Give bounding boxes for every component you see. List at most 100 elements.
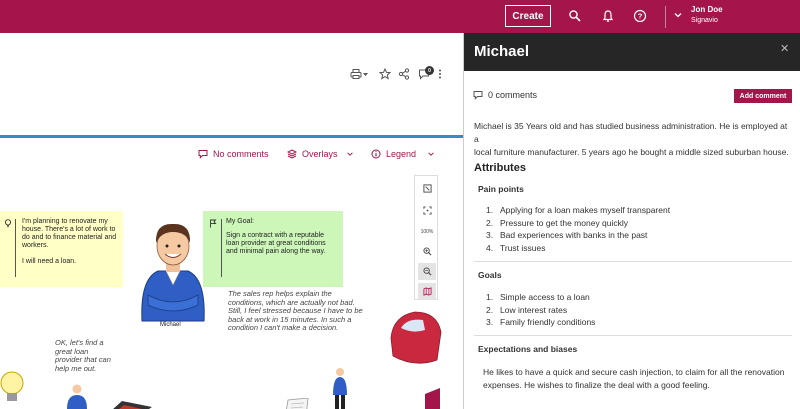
close-icon[interactable]: ✕ xyxy=(780,42,789,55)
zoom-in-icon xyxy=(422,247,431,256)
center-button[interactable] xyxy=(418,202,436,219)
note-text: workers. xyxy=(22,242,49,249)
legend-label: Legend xyxy=(386,149,417,159)
zoom-out-button[interactable] xyxy=(418,263,436,280)
note-text: loan provider at great conditions xyxy=(226,240,326,247)
chevron-down-icon[interactable] xyxy=(673,10,683,20)
zoom-controls: 100% xyxy=(414,175,438,300)
comment-icon xyxy=(198,150,208,159)
list-item-text: Pressure to get the money quickly xyxy=(500,217,629,228)
list-item-text: Applying for a loan makes myself transpa… xyxy=(500,205,671,215)
goals-heading: Goals xyxy=(478,270,502,280)
comments-count: 0 comments xyxy=(488,90,538,100)
chevron-down-icon xyxy=(428,152,434,156)
car-illustration xyxy=(390,311,442,409)
info-icon xyxy=(371,149,381,159)
user-name[interactable]: Jon Doe xyxy=(691,5,723,14)
user-org: Signavio xyxy=(691,17,718,24)
persona-illustration xyxy=(141,223,205,322)
expectations-heading: Expectations and biases xyxy=(478,344,578,354)
note-situation[interactable]: I'm planning to renovate my house. There… xyxy=(0,211,123,287)
note-goal[interactable]: My Goal: Sign a contract with a reputabl… xyxy=(203,211,343,287)
list-item: 4. Trust issues xyxy=(486,242,546,253)
add-comment-button[interactable]: Add comment xyxy=(734,89,792,103)
more-icon[interactable] xyxy=(437,68,443,80)
list-item: 2. Pressure to get the money quickly xyxy=(486,217,629,228)
description-line: local furniture manufacturer. 5 years ag… xyxy=(474,147,789,157)
print-icon[interactable] xyxy=(350,68,362,80)
note-text: Sign a contract with a reputable xyxy=(226,232,325,239)
section-divider xyxy=(474,261,792,262)
comments-summary[interactable]: 0 comments xyxy=(473,90,537,100)
legend-dropdown[interactable]: Legend xyxy=(371,149,435,159)
search-icon[interactable] xyxy=(568,9,582,23)
note-divider xyxy=(221,219,222,277)
list-item: 2. Low interest rates xyxy=(486,304,568,315)
zoom-in-button[interactable] xyxy=(418,243,436,260)
expectations-line: He likes to have a quick and secure cash… xyxy=(483,367,785,377)
expectations-line: expenses. He wishes to finalize the deal… xyxy=(483,380,710,390)
description-line: Michael is 35 Years old and has studied … xyxy=(474,121,788,144)
bell-icon[interactable] xyxy=(601,9,615,23)
list-item: 1. Simple access to a loan xyxy=(486,292,590,302)
laptop-illustration xyxy=(113,401,152,409)
share-icon[interactable] xyxy=(398,68,410,80)
goals-list: 1. Simple access to a loan 2. Low interest… xyxy=(486,291,595,329)
list-item-text: Bad experiences with banks in the past xyxy=(500,230,648,240)
topbar-divider xyxy=(665,6,666,28)
persona-label: Michael xyxy=(160,322,181,328)
panel-title: Michael xyxy=(474,43,530,60)
diagram-area: 0 No comments Overlays Legend 100% I'm p… xyxy=(0,33,463,409)
list-item-text: Trust issues xyxy=(500,242,546,253)
scene-caption: The sales rep helps explain the conditio… xyxy=(228,289,363,333)
center-icon xyxy=(422,206,432,215)
note-divider xyxy=(15,219,16,277)
overlays-dropdown[interactable]: Overlays xyxy=(287,149,354,159)
section-divider xyxy=(474,335,792,336)
attributes-heading: Attributes xyxy=(474,162,526,174)
top-bar: Create ? Jon Doe Signavio xyxy=(0,0,800,33)
list-item-text: Family friendly conditions xyxy=(500,317,596,327)
sales-rep-illustration xyxy=(333,368,347,409)
comments-toggle-label: No comments xyxy=(213,149,269,159)
panel-header: Michael ✕ xyxy=(464,33,800,71)
persona-description: Michael is 35 Years old and has studied … xyxy=(474,120,794,159)
note-title: My Goal: xyxy=(226,218,255,225)
caption-line: condition I can't make a decision. xyxy=(228,323,339,332)
document-illustration xyxy=(286,398,309,409)
scene-caption: OK, let's find a great loan provider tha… xyxy=(55,338,111,373)
help-icon[interactable]: ? xyxy=(633,9,647,23)
map-button[interactable] xyxy=(418,283,436,300)
list-item: 1. Applying for a loan makes myself trans… xyxy=(486,205,671,215)
note-text: I'm planning to renovate my xyxy=(22,218,108,225)
chevron-down-icon xyxy=(346,152,353,156)
print-dropdown-icon[interactable] xyxy=(362,68,369,80)
note-text: I will need a loan. xyxy=(22,258,77,265)
note-text: house. There's a lot of work to xyxy=(22,226,116,233)
list-item: 3. Family friendly conditions xyxy=(486,317,596,327)
persona-details-panel: Michael ✕ 0 comments Add comment Michael… xyxy=(463,33,800,409)
lightbulb-illustration xyxy=(0,371,24,401)
layers-icon xyxy=(287,149,297,159)
create-button[interactable]: Create xyxy=(505,5,551,27)
zoom-level: 100% xyxy=(420,228,434,235)
pain-points-list: 1. Applying for a loan makes myself trans… xyxy=(486,204,670,254)
note-text: do and to finance material and xyxy=(22,234,117,241)
caption-line: help me out. xyxy=(55,363,97,373)
overlays-label: Overlays xyxy=(302,149,338,159)
pain-points-heading: Pain points xyxy=(478,184,524,194)
comment-icon xyxy=(473,91,483,100)
star-icon[interactable] xyxy=(379,68,391,80)
list-item: 3. Bad experiences with banks in the past xyxy=(486,230,648,240)
expectations-text: He likes to have a quick and secure cash… xyxy=(483,366,789,392)
note-text: and minimal pain along the way. xyxy=(226,248,326,255)
lightbulb-icon xyxy=(4,219,12,228)
map-icon xyxy=(422,287,432,296)
list-item-text: Low interest rates xyxy=(500,304,568,315)
person-illustration xyxy=(67,384,87,409)
comment-count-badge: 0 xyxy=(425,66,434,75)
fit-screen-button[interactable] xyxy=(418,180,436,197)
fit-screen-icon xyxy=(422,184,432,193)
list-item-text: Simple access to a loan xyxy=(500,292,590,302)
comments-toggle[interactable]: No comments xyxy=(198,149,269,159)
